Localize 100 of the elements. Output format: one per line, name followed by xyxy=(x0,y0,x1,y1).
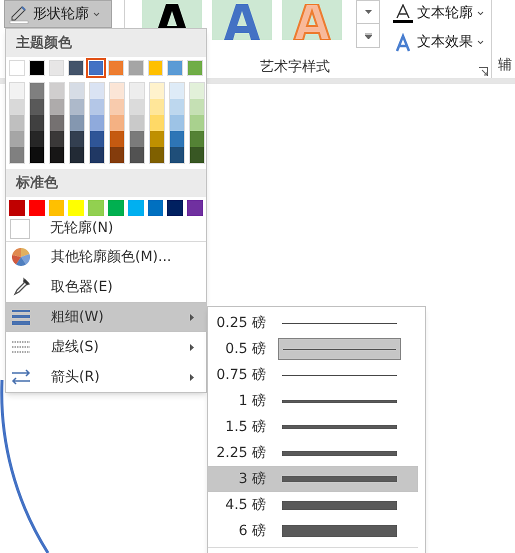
color-swatch[interactable] xyxy=(190,83,204,99)
color-swatch[interactable] xyxy=(170,131,184,147)
color-swatch[interactable] xyxy=(50,83,64,99)
color-swatch[interactable] xyxy=(148,200,164,216)
color-swatch[interactable] xyxy=(90,147,104,163)
menu-item[interactable]: 取色器(E) xyxy=(6,272,206,302)
color-swatch[interactable] xyxy=(28,60,45,76)
color-swatch[interactable] xyxy=(128,200,144,216)
menu-item[interactable]: 虚线(S) xyxy=(6,332,206,362)
color-swatch[interactable] xyxy=(190,115,204,131)
down-arrow-icon xyxy=(364,10,372,14)
menu-item[interactable]: 1 磅 xyxy=(208,388,418,414)
dashed-lines-icon xyxy=(11,341,31,353)
color-swatch[interactable] xyxy=(10,115,24,131)
color-swatch[interactable] xyxy=(150,147,164,163)
text-outline-button[interactable]: 文本轮廓 xyxy=(393,3,484,24)
menu-item[interactable]: 粗细(W) xyxy=(6,302,206,332)
color-swatch[interactable] xyxy=(10,131,24,147)
gallery-up-button[interactable] xyxy=(356,0,380,24)
menu-item[interactable]: 无轮廓(N) xyxy=(6,216,206,242)
color-swatch[interactable] xyxy=(90,115,104,131)
color-swatch[interactable] xyxy=(108,60,124,76)
dialog-launcher-icon[interactable] xyxy=(479,67,488,76)
color-swatch[interactable] xyxy=(170,147,184,163)
color-swatch[interactable] xyxy=(167,60,184,76)
color-swatch[interactable] xyxy=(150,131,164,147)
color-swatch[interactable] xyxy=(48,200,64,216)
color-swatch[interactable] xyxy=(187,200,203,216)
color-swatch[interactable] xyxy=(110,115,124,131)
menu-item[interactable]: 0.25 磅 xyxy=(208,310,418,336)
color-swatch[interactable] xyxy=(130,83,144,99)
color-swatch[interactable] xyxy=(110,147,124,163)
color-swatch[interactable] xyxy=(190,131,204,147)
color-swatch[interactable] xyxy=(90,99,104,115)
color-swatch[interactable] xyxy=(70,131,84,147)
color-swatch[interactable] xyxy=(90,131,104,147)
section-header: 主题颜色 xyxy=(6,29,206,57)
color-swatch[interactable] xyxy=(88,200,104,216)
color-swatch[interactable] xyxy=(30,147,44,163)
color-swatch[interactable] xyxy=(70,83,84,99)
color-swatch[interactable] xyxy=(68,60,84,76)
wordart-style-tile[interactable] xyxy=(282,0,342,40)
wordart-style-tile[interactable] xyxy=(212,0,272,40)
color-swatch[interactable] xyxy=(30,99,44,115)
color-swatch[interactable] xyxy=(68,200,84,216)
color-swatch[interactable] xyxy=(110,83,124,99)
color-swatch[interactable] xyxy=(50,131,64,147)
menu-item[interactable]: 4.5 磅 xyxy=(208,492,418,518)
color-swatch[interactable] xyxy=(148,60,164,76)
color-swatch[interactable] xyxy=(70,99,84,115)
menu-item[interactable]: 6 磅 xyxy=(208,518,418,544)
eyedropper-icon xyxy=(11,277,31,297)
color-swatch[interactable] xyxy=(187,60,203,76)
color-swatch[interactable] xyxy=(70,115,84,131)
menu-item[interactable]: 2.25 磅 xyxy=(208,440,418,466)
color-swatch[interactable] xyxy=(9,60,25,76)
menu-item[interactable]: 其他轮廓颜色(M)... xyxy=(6,242,206,272)
color-swatch[interactable] xyxy=(190,99,204,115)
menu-item[interactable]: 箭头(R) xyxy=(6,362,206,392)
pencil-icon xyxy=(9,4,29,24)
menu-item[interactable]: 3 磅 xyxy=(208,466,418,492)
color-swatch[interactable] xyxy=(10,83,24,99)
color-swatch[interactable] xyxy=(30,115,44,131)
color-swatch[interactable] xyxy=(130,99,144,115)
text-effects-icon xyxy=(393,32,413,52)
caret-icon xyxy=(477,40,484,45)
color-swatch[interactable] xyxy=(48,60,64,76)
color-swatch[interactable] xyxy=(128,60,144,76)
gallery-more-button[interactable] xyxy=(356,24,380,48)
submenu-arrow-icon xyxy=(190,374,194,380)
color-swatch[interactable] xyxy=(50,99,64,115)
shape-outline-button[interactable]: 形状轮廓 xyxy=(4,0,112,28)
color-swatch[interactable] xyxy=(130,131,144,147)
color-swatch[interactable] xyxy=(9,200,25,216)
color-swatch[interactable] xyxy=(150,99,164,115)
color-swatch[interactable] xyxy=(70,147,84,163)
menu-item[interactable]: 0.5 磅 xyxy=(208,336,418,362)
text-effects-button[interactable]: 文本效果 xyxy=(393,32,484,53)
color-swatch[interactable] xyxy=(170,83,184,99)
menu-item[interactable]: 0.75 磅 xyxy=(208,362,418,388)
color-swatch[interactable] xyxy=(150,83,164,99)
menu-item[interactable]: 1.5 磅 xyxy=(208,414,418,440)
color-swatch[interactable] xyxy=(30,83,44,99)
color-swatch[interactable] xyxy=(110,99,124,115)
color-swatch[interactable] xyxy=(167,200,184,216)
color-swatch[interactable] xyxy=(50,147,64,163)
color-swatch[interactable] xyxy=(110,131,124,147)
color-swatch[interactable] xyxy=(190,147,204,163)
color-swatch[interactable] xyxy=(50,115,64,131)
color-swatch[interactable] xyxy=(30,131,44,147)
color-swatch[interactable] xyxy=(108,200,124,216)
color-swatch[interactable] xyxy=(170,99,184,115)
color-swatch[interactable] xyxy=(130,147,144,163)
color-swatch[interactable] xyxy=(130,115,144,131)
color-swatch[interactable] xyxy=(150,115,164,131)
color-swatch[interactable] xyxy=(170,115,184,131)
color-swatch[interactable] xyxy=(28,200,45,216)
color-swatch[interactable] xyxy=(90,83,104,99)
color-swatch[interactable] xyxy=(10,99,24,115)
color-swatch[interactable] xyxy=(10,147,24,163)
